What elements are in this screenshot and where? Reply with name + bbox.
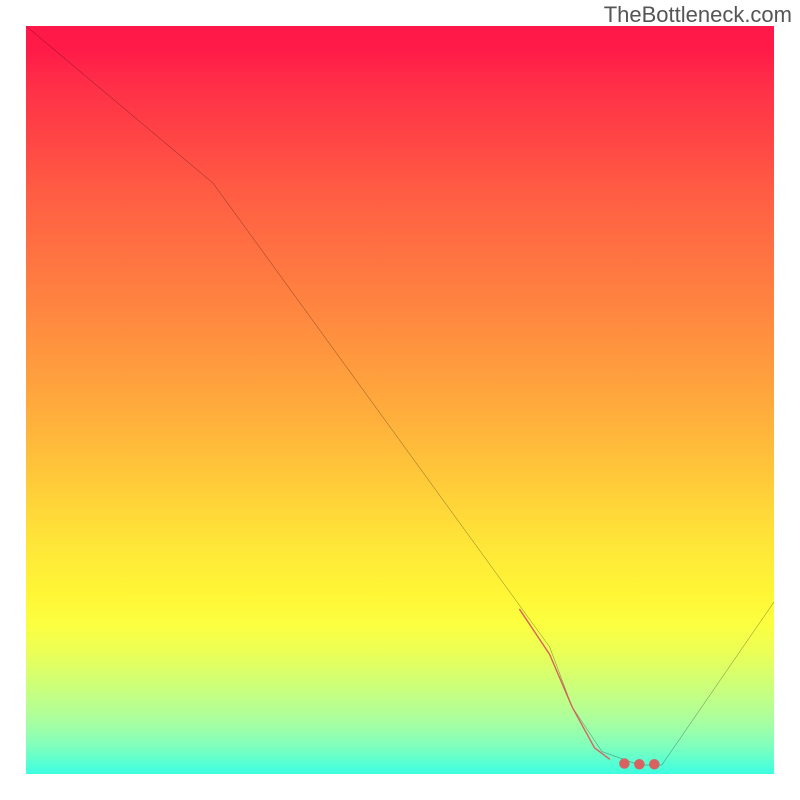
optimal-range-dot <box>634 759 644 769</box>
optimal-range-dots <box>619 758 659 769</box>
chart-svg <box>26 26 774 774</box>
chart-container: TheBottleneck.com <box>0 0 800 800</box>
optimal-range-dot <box>649 759 659 769</box>
bottleneck-curve-line <box>26 26 774 765</box>
optimal-range-dot <box>619 758 629 768</box>
watermark-text: TheBottleneck.com <box>604 2 792 28</box>
optimal-range-solid <box>520 609 610 759</box>
plot-area <box>26 26 774 774</box>
